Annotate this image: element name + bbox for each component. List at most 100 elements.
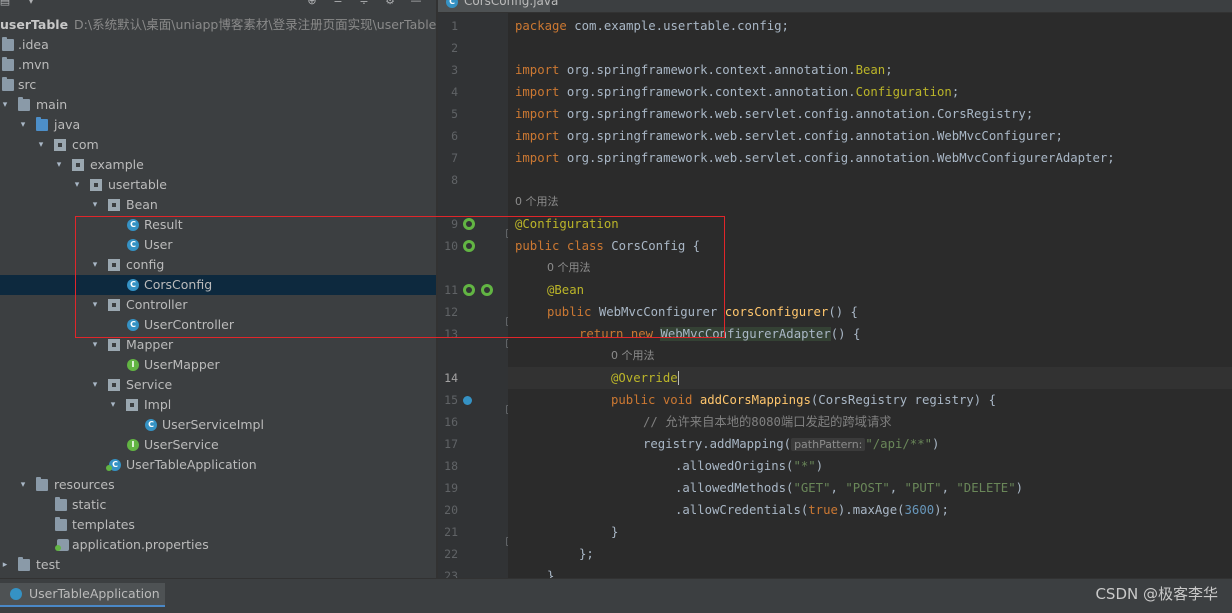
- chevron-down-icon[interactable]: ▾: [90, 195, 100, 215]
- editor-tab-corsconfig[interactable]: C CorsConfig.java: [438, 0, 558, 12]
- line-number: 15: [444, 393, 458, 407]
- folder-icon: [2, 57, 14, 71]
- run-tab-label: UserTableApplication: [29, 586, 160, 601]
- tree-item-com[interactable]: ▾ com: [0, 135, 436, 155]
- package-icon: [126, 399, 138, 411]
- tree-item-static[interactable]: static: [0, 495, 436, 515]
- chevron-down-icon[interactable]: ▾: [108, 395, 118, 415]
- tree-item-mapper[interactable]: ▾ Mapper: [0, 335, 436, 355]
- class-glyph: C: [112, 460, 118, 469]
- line-number: 5: [451, 107, 458, 121]
- source-folder-icon: [36, 117, 48, 131]
- chevron-down-icon[interactable]: ▾: [54, 155, 64, 175]
- code-line: import org.springframework.web.servlet.c…: [515, 129, 1063, 143]
- tree-label: UserServiceImpl: [162, 417, 264, 432]
- tree-label: Service: [126, 377, 173, 392]
- folder-icon: [18, 97, 30, 111]
- line-number: 17: [444, 437, 458, 451]
- tree-label: UserMapper: [144, 357, 220, 372]
- tree-label: usertable: [108, 177, 167, 192]
- tree-item-service[interactable]: ▾ Service: [0, 375, 436, 395]
- line-number: 20: [444, 503, 458, 517]
- chevron-down-icon[interactable]: ▾: [90, 335, 100, 355]
- run-badge-icon: [106, 465, 112, 471]
- package-icon: [90, 179, 102, 191]
- usages-hint[interactable]: 0 个用法: [611, 345, 1232, 367]
- spring-boot-icon: C: [106, 459, 121, 471]
- code-line-current: @Override: [508, 367, 1232, 389]
- parameter-hint: pathPattern:: [791, 438, 866, 451]
- chevron-down-icon[interactable]: ▾: [36, 135, 46, 155]
- folder-icon: [18, 557, 30, 571]
- tree-item-impl[interactable]: ▾ Impl: [0, 395, 436, 415]
- tree-item-java[interactable]: ▾ java: [0, 115, 436, 135]
- spring-boot-icon: [10, 588, 22, 600]
- run-tab-usertableapplication[interactable]: UserTableApplication: [0, 583, 165, 607]
- package-icon: [108, 199, 120, 211]
- usages-hint[interactable]: 0 个用法: [515, 191, 1232, 213]
- tool-window-icon[interactable]: ▤: [0, 0, 12, 8]
- chevron-down-icon[interactable]: ▾: [90, 375, 100, 395]
- tree-item-userservice[interactable]: I UserService: [0, 435, 436, 455]
- interface-icon: I: [127, 439, 139, 451]
- locate-icon[interactable]: ⊕: [305, 0, 319, 8]
- chevron-down-icon[interactable]: ▾: [0, 95, 10, 115]
- tree-item-usertable[interactable]: ▾ usertable: [0, 175, 436, 195]
- properties-icon: [55, 539, 69, 551]
- interface-icon: I: [127, 359, 139, 371]
- tree-item-main[interactable]: ▾ main: [0, 95, 436, 115]
- watermark: CSDN @极客李华: [1095, 585, 1218, 603]
- bottom-tool-bar: UserTableApplication CSDN @极客李华: [0, 578, 1232, 613]
- tree-item-usermapper[interactable]: I UserMapper: [0, 355, 436, 375]
- tree-item-example[interactable]: ▾ example: [0, 155, 436, 175]
- code-line: }: [611, 525, 619, 539]
- tree-item-idea[interactable]: .idea: [0, 35, 436, 55]
- line-number: 1: [451, 19, 458, 33]
- line-number: 14: [444, 371, 458, 385]
- chevron-down-icon[interactable]: ▾: [18, 115, 28, 135]
- chevron-down-icon[interactable]: ▾: [72, 175, 82, 195]
- code-line: registry.addMapping(pathPattern: "/api/**…: [643, 437, 940, 451]
- line-number: 23: [444, 569, 458, 578]
- chevron-down-icon[interactable]: ▾: [24, 0, 38, 8]
- tree-item-templates[interactable]: templates: [0, 515, 436, 535]
- line-number: 16: [444, 415, 458, 429]
- code-line: };: [579, 547, 594, 561]
- tree-label: UserService: [144, 437, 219, 452]
- line-number: 18: [444, 459, 458, 473]
- override-icon[interactable]: [463, 396, 472, 405]
- gear-icon[interactable]: ⚙: [383, 0, 397, 8]
- editor-tab-bar: C CorsConfig.java: [438, 0, 1232, 13]
- tree-item-userserviceimpl[interactable]: C UserServiceImpl: [0, 415, 436, 435]
- hide-icon[interactable]: —: [409, 0, 423, 8]
- code-line: import org.springframework.context.annot…: [515, 63, 893, 77]
- package-icon: [108, 379, 120, 391]
- chevron-right-icon[interactable]: ▸: [0, 555, 10, 575]
- tree-root-usertable[interactable]: userTable D:\系统默认\桌面\uniapp博客素材\登录注册页面实现\…: [0, 15, 436, 35]
- tree-label: main: [36, 97, 68, 112]
- tree-item-usertableapplication[interactable]: C UserTableApplication: [0, 455, 436, 475]
- expand-all-icon[interactable]: ≑: [357, 0, 371, 8]
- line-number: 4: [451, 85, 458, 99]
- tree-label: src: [18, 77, 37, 92]
- folder-icon: [2, 37, 14, 51]
- tree-item-resources[interactable]: ▾ resources: [0, 475, 436, 495]
- line-number: 21: [444, 525, 458, 539]
- tree-item-bean[interactable]: ▾ Bean: [0, 195, 436, 215]
- tree-item-test[interactable]: ▸ test: [0, 555, 436, 575]
- tree-label: Impl: [144, 397, 172, 412]
- line-number: 7: [451, 151, 458, 165]
- chevron-down-icon[interactable]: ▾: [18, 475, 28, 495]
- code-line: import org.springframework.web.servlet.c…: [515, 107, 1034, 121]
- line-number: 22: [444, 547, 458, 561]
- tree-item-src[interactable]: src: [0, 75, 436, 95]
- root-path: D:\系统默认\桌面\uniapp博客素材\登录注册页面实现\userTable: [74, 17, 436, 32]
- code-line: package com.example.usertable.config;: [515, 19, 789, 33]
- code-line: }: [547, 569, 555, 578]
- tree-label: .idea: [18, 37, 49, 52]
- line-number: 6: [451, 129, 458, 143]
- tree-item-application-properties[interactable]: application.properties: [0, 535, 436, 555]
- collapse-all-icon[interactable]: ≚: [331, 0, 345, 8]
- line-number: 8: [451, 173, 458, 187]
- tree-item-mvn[interactable]: .mvn: [0, 55, 436, 75]
